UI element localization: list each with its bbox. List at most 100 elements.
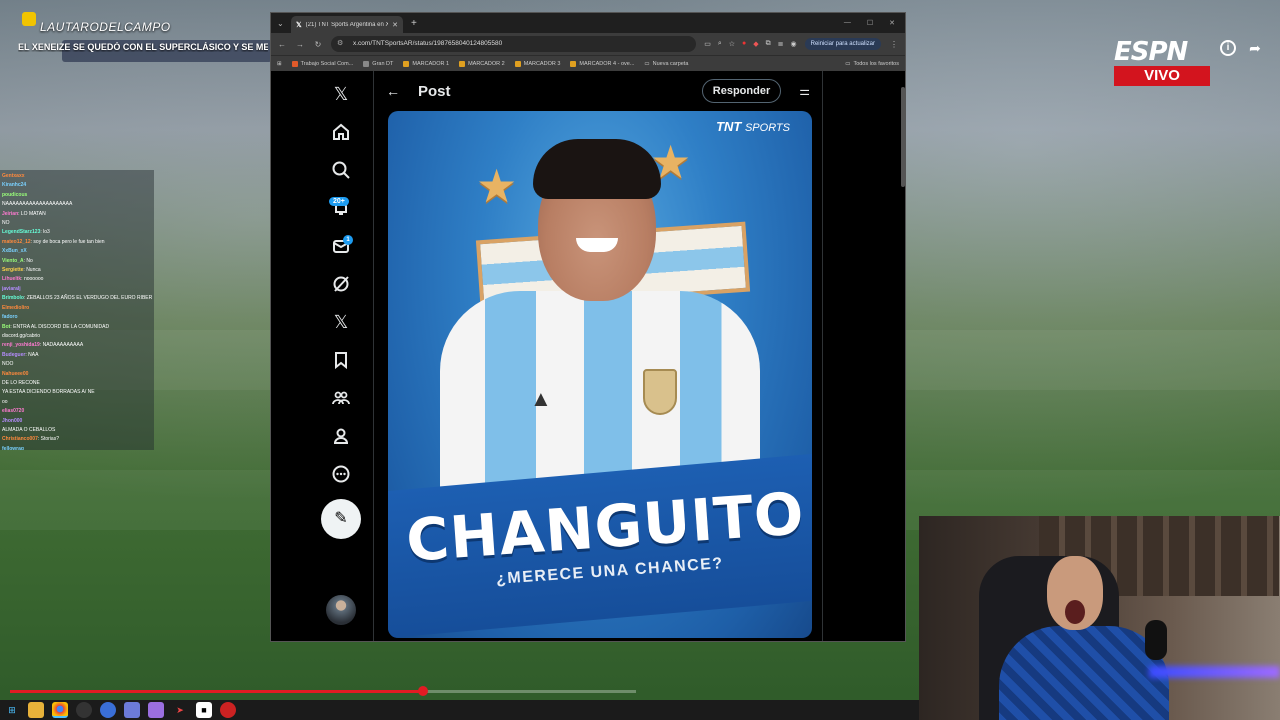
streamer-mouth [1065,600,1085,624]
app-icon[interactable] [148,702,164,718]
puzzle-icon[interactable]: ⧉ [766,40,771,48]
chat-text: NAAAAAAAAAAAAAAAAAAAA [2,201,73,208]
chat-username[interactable]: Nahueee00 [2,371,28,377]
premium-x-icon[interactable]: 𝕏 [321,307,361,337]
chat-username[interactable]: renji_yoshida19 [2,342,40,348]
chat-username[interactable]: elias0720 [2,408,24,414]
minimize-icon[interactable]: — [844,19,851,27]
avatar[interactable] [326,595,356,625]
app-icon[interactable]: ■ [196,702,212,718]
share-icon[interactable]: ➦ [1247,40,1263,56]
extension-icon[interactable]: ◆ [753,40,758,48]
bookmarks-bar: ⊞ Trabajo Social Com... Gran DT MARCADOR… [271,55,905,71]
chat-message: NOO [2,360,152,369]
app-icon[interactable] [220,702,236,718]
all-bookmarks[interactable]: ▭ Todos los favoritos [845,61,899,67]
forward-icon[interactable]: → [295,40,305,49]
bookmark-item[interactable]: MARCADOR 3 [514,60,560,67]
bookmark-item[interactable]: MARCADOR 2 [459,60,505,67]
chat-message: discord.gg/cabrio [2,332,152,341]
chat-message: Bot: ENTRA AL DISCORD DE LA COMUNIDAD [2,323,110,330]
x-logo-icon[interactable]: 𝕏 [321,79,361,109]
back-arrow-icon[interactable]: ← [386,83,400,99]
bookmark-item[interactable]: Trabajo Social Com... [291,60,353,67]
reload-icon[interactable]: ↻ [313,40,323,49]
chat-username[interactable]: Budeguer [2,352,25,358]
sliders-icon[interactable]: ⚌ [799,84,810,98]
page-title: Post [418,82,451,100]
chat-username[interactable]: Jeirian [2,211,18,217]
chat-username[interactable]: Bot [2,324,10,330]
led-strip [1149,666,1280,678]
grok-icon[interactable] [321,269,361,299]
chat-username[interactable]: fellowrag [2,446,24,450]
chat-username[interactable]: Brimbolo [2,295,24,301]
chat-username[interactable]: Lihueltk [2,276,21,282]
scrollbar[interactable] [901,87,905,187]
post-image[interactable]: ★ ★ ▲ TNT SPORTS CHANGUITO ¿MERECE UNA C… [388,111,812,638]
update-button[interactable]: Reiniciar para actualizar [804,38,881,50]
chat-username[interactable]: javiaralj [2,286,21,292]
browser-tab[interactable]: 𝕏 (21) TNT Sports Argentina en X ✕ [291,16,403,33]
bookmark-item[interactable]: MARCADOR 4 - ove... [570,60,634,67]
bookmarks-icon[interactable] [321,345,361,375]
chat-username[interactable]: XxBun_xX [2,248,27,254]
star-icon[interactable]: ☆ [729,40,735,48]
app-icon[interactable]: ➤ [172,702,188,718]
chat-username[interactable]: fadoro [2,314,18,320]
search-icon[interactable] [321,155,361,185]
video-progress-thumb[interactable] [418,686,428,696]
info-icon[interactable]: i [1220,40,1236,56]
chat-username[interactable]: Jhon000 [2,418,22,424]
profile-icon[interactable]: ◉ [791,40,797,48]
apps-icon[interactable]: ⊞ [277,61,282,67]
chat-message: Viento_A: No [2,257,33,264]
chat-username[interactable]: Elmedioliro [2,305,29,311]
chrome-icon[interactable] [52,702,68,718]
more-icon[interactable] [321,459,361,489]
profile-icon[interactable] [321,421,361,451]
obs-icon[interactable] [76,702,92,718]
chat-username[interactable]: Kiranhc24 [2,182,26,188]
communities-icon[interactable] [321,383,361,413]
media-icon[interactable]: ≣ [778,40,784,48]
windows-start-icon[interactable]: ⊞ [4,702,20,718]
folder-icon: ▭ [845,60,851,67]
menu-icon[interactable]: ⋮ [889,40,899,49]
site-info-icon[interactable]: ⚙ [337,36,343,52]
bookmark-item[interactable]: MARCADOR 1 [403,60,449,67]
zoom-icon[interactable]: ⌕ [718,40,722,48]
chat-text: NO [2,220,10,227]
new-tab-button[interactable]: + [411,18,417,29]
cast-icon[interactable]: ▭ [704,40,711,48]
chat-username[interactable]: Christianco007 [2,436,38,442]
chat-message: mateo12_12: soy de boca pero le fue tan … [2,238,105,245]
reply-button[interactable]: Responder [701,79,782,103]
chat-username[interactable]: LegendStarz123 [2,229,40,235]
chat-username[interactable]: Viento_A [2,258,24,264]
tab-search-icon[interactable]: ⌄ [277,19,291,28]
close-window-icon[interactable]: ✕ [889,19,895,27]
extension-icon[interactable]: ● [742,40,746,48]
url-text: x.com/TNTSportsAR/status/198765804012480… [353,40,503,47]
chat-username[interactable]: mateo12_12 [2,239,31,245]
bookmark-item[interactable]: Gran DT [363,60,393,67]
home-icon[interactable] [321,117,361,147]
back-icon[interactable]: ← [277,40,287,49]
chat-username[interactable]: Gentxaxx [2,173,25,179]
compose-post-button[interactable]: ✎ [321,499,361,539]
chat-text: No [26,257,33,264]
chat-message: Elmedioliro [2,304,152,313]
messages-icon[interactable] [321,231,361,261]
close-tab-icon[interactable]: ✕ [392,21,398,29]
chat-username[interactable]: Sergiette [2,267,23,273]
app-icon[interactable] [124,702,140,718]
maximize-icon[interactable]: ☐ [867,19,873,27]
bookmark-folder[interactable]: ▭ Nueva carpeta [644,61,688,67]
app-icon[interactable] [100,702,116,718]
chat-username[interactable]: poudicous [2,192,27,198]
url-bar[interactable]: ⚙ x.com/TNTSportsAR/status/1987658040124… [331,36,697,52]
file-explorer-icon[interactable] [28,702,44,718]
chat-text: lo3 [43,229,50,236]
tnt-sports-logo: TNT SPORTS [716,119,790,134]
